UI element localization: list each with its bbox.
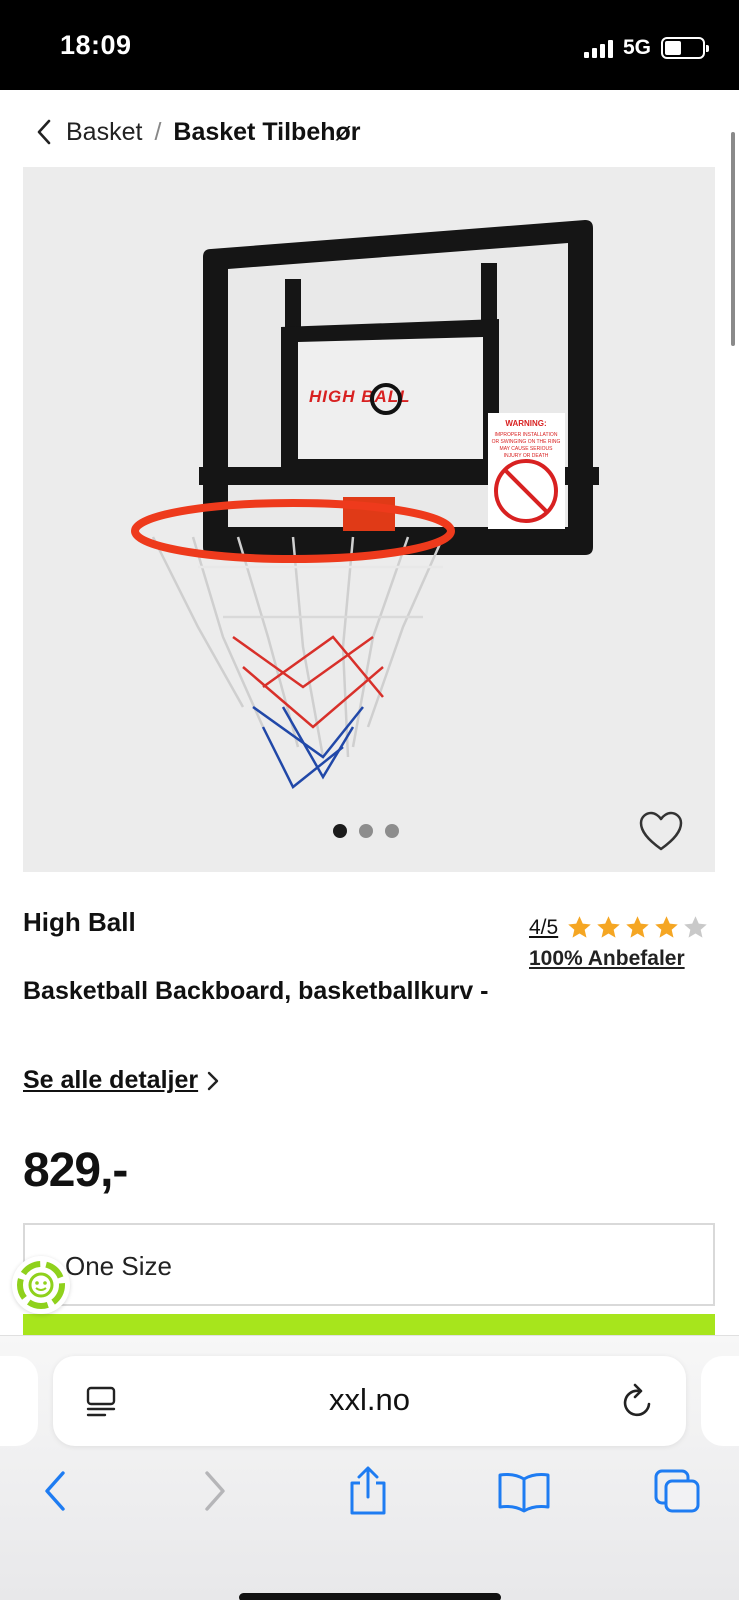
next-tab-peek[interactable] (701, 1356, 739, 1446)
forward-icon (205, 1471, 225, 1511)
breadcrumb-separator: / (154, 117, 162, 146)
browser-toolbar: xxl.no (0, 1335, 739, 1600)
svg-text:WARNING:: WARNING: (505, 419, 546, 428)
product-title: Basketball Backboard, basketballkurv - (23, 977, 489, 1005)
carousel-dot[interactable] (333, 824, 347, 838)
svg-text:MAY CAUSE SERIOUS: MAY CAUSE SERIOUS (500, 446, 554, 452)
rating-score[interactable]: 4/5 (529, 916, 558, 940)
share-button[interactable] (342, 1461, 394, 1521)
see-all-details-link[interactable]: Se alle detaljer (23, 1066, 220, 1095)
status-time: 18:09 (60, 30, 132, 60)
forward-button[interactable] (190, 1461, 240, 1521)
star-icon (597, 916, 620, 938)
breadcrumb-current: Basket Tilbehør (173, 117, 361, 146)
bookmarks-icon (498, 1473, 550, 1513)
chat-widget-icon[interactable] (12, 1256, 70, 1314)
carousel-dot[interactable] (359, 824, 373, 838)
bookmarks-button[interactable] (494, 1461, 554, 1521)
browser-nav (0, 1461, 739, 1521)
page-scrollbar[interactable] (731, 132, 735, 346)
tabs-button[interactable] (650, 1461, 704, 1521)
product-brand[interactable]: High Ball (23, 907, 136, 938)
previous-tab-peek[interactable] (0, 1356, 38, 1446)
back-icon (45, 1471, 65, 1511)
star-icon (684, 916, 707, 938)
tabs-icon (654, 1469, 700, 1513)
breadcrumb: Basket / Basket Tilbehør (34, 112, 361, 152)
breadcrumb-parent-link[interactable]: Basket (66, 118, 142, 147)
svg-text:IMPROPER INSTALLATION: IMPROPER INSTALLATION (495, 432, 558, 438)
status-indicators: 5G (583, 36, 709, 60)
chevron-left-icon[interactable] (34, 117, 56, 147)
product-image[interactable]: HIGH BALL WARNING: IMPROPER INSTALLATION… (23, 167, 715, 872)
basketball-hoop-illustration: HIGH BALL WARNING: IMPROPER INSTALLATION… (131, 220, 599, 789)
chevron-right-icon (207, 1071, 219, 1090)
svg-text:OR SWINGING ON THE RING: OR SWINGING ON THE RING (492, 439, 561, 445)
reload-icon[interactable] (620, 1382, 656, 1420)
share-icon (350, 1466, 386, 1515)
star-icon (568, 916, 591, 938)
size-select-value: One Size (65, 1251, 172, 1281)
product-price: 829,- (23, 1144, 128, 1197)
star-icon (655, 916, 678, 938)
address-bar[interactable]: xxl.no (53, 1356, 686, 1446)
url-text: xxl.no (329, 1382, 410, 1417)
carousel-dot[interactable] (385, 824, 399, 838)
home-indicator (239, 1593, 501, 1600)
product-rating[interactable]: 4/5 (529, 914, 709, 941)
signal-icon (583, 38, 613, 58)
see-all-details-label: Se alle detaljer (23, 1066, 199, 1094)
svg-text:INJURY OR DEATH: INJURY OR DEATH (504, 453, 549, 459)
status-bar: 18:09 5G (0, 0, 739, 90)
battery-icon (661, 37, 709, 59)
back-button[interactable] (30, 1461, 80, 1521)
recommend-percentage[interactable]: 100% Anbefaler (529, 947, 685, 971)
rating-stars (566, 914, 709, 941)
size-select[interactable]: One Size (23, 1223, 715, 1306)
carousel-dots (333, 824, 399, 838)
network-type: 5G (622, 36, 651, 59)
star-icon (626, 916, 649, 938)
heart-outline-icon[interactable] (637, 809, 685, 853)
